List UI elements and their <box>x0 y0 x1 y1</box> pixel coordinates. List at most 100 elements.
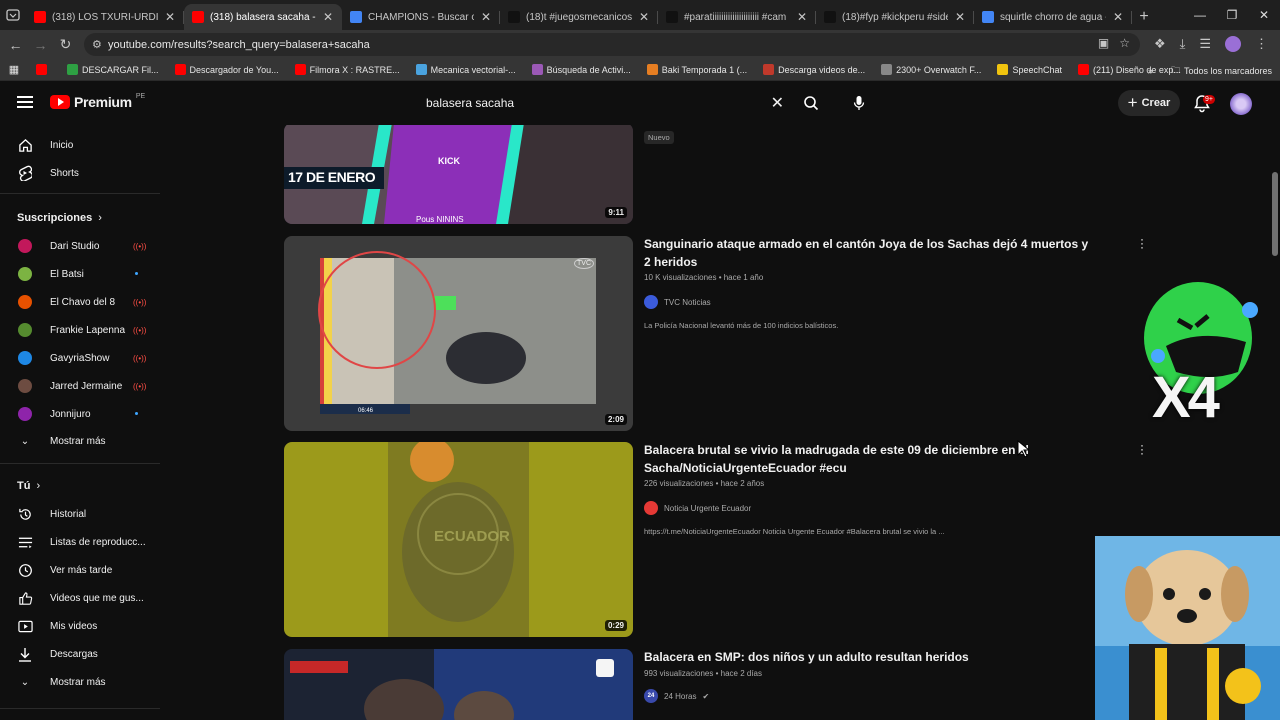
clear-search-icon[interactable]: ✕ <box>771 93 784 113</box>
subscription-item[interactable]: Jonnijuro <box>0 400 160 428</box>
video-thumbnail[interactable]: ECUADOR 0:29 <box>284 442 633 637</box>
omnibox[interactable]: ⚙ youtube.com/results?search_query=balas… <box>84 33 1140 56</box>
bookmark-favicon-icon <box>646 64 658 75</box>
tab-title: (18)#fyp #kickperu #sideral <box>842 11 948 23</box>
close-tab-icon[interactable]: ✕ <box>322 10 334 24</box>
reload-icon[interactable]: ↻ <box>53 36 78 53</box>
user-avatar[interactable] <box>1230 93 1252 115</box>
tab-search-icon[interactable] <box>6 8 20 22</box>
all-bookmarks-folder[interactable]: 🗀 Todos los marcadores <box>1171 63 1272 79</box>
browser-tab[interactable]: CHAMPIONS - Buscar con G ✕ <box>342 4 500 30</box>
sidebar-item-downloads[interactable]: Descargas <box>0 640 160 668</box>
video-thumbnail[interactable]: TVC 06:46 2:09 <box>284 236 633 431</box>
video-title[interactable]: Balacera en SMP: dos niños y un adulto r… <box>644 648 1094 666</box>
bookmark-item[interactable]: SpeechChat <box>989 64 1070 75</box>
restore-icon[interactable]: ❐ <box>1216 0 1248 30</box>
video-duration: 0:29 <box>604 620 627 631</box>
youtube-play-icon <box>50 95 70 109</box>
video-description: https://t.me/NoticiaUrgenteEcuador Notic… <box>644 527 945 536</box>
bookmark-favicon-icon <box>67 64 78 75</box>
apps-grid-icon[interactable]: ▦ <box>0 63 28 76</box>
new-tab-button[interactable]: + <box>1132 4 1156 30</box>
bookmark-item[interactable]: Filmora X : RASTRE... <box>287 64 408 75</box>
subscription-item[interactable]: El Batsi <box>0 260 160 288</box>
downloads-icon[interactable]: ⤓ <box>1180 36 1186 52</box>
thumbnail-kick-text: KICK <box>438 156 460 166</box>
menu-kebab-icon[interactable]: ⋮ <box>1255 36 1268 52</box>
close-tab-icon[interactable]: ✕ <box>796 10 808 24</box>
browser-tab[interactable]: (318) LOS TXURI-URDIN BAJ ✕ <box>26 4 184 30</box>
video-options-kebab-icon[interactable]: · · · <box>1138 233 1146 253</box>
back-icon[interactable]: ← <box>3 37 28 53</box>
video-title[interactable]: Sanguinario ataque armado en el cantón J… <box>644 235 1094 271</box>
channel-avatar <box>18 323 32 337</box>
close-tab-icon[interactable]: ✕ <box>1112 10 1124 24</box>
sidebar-item-playlists[interactable]: Listas de reproducc... <box>0 528 160 556</box>
browser-tab[interactable]: (18)#fyp #kickperu #sideral ✕ <box>816 4 974 30</box>
forward-icon[interactable]: → <box>28 37 53 53</box>
show-more-you[interactable]: ⌄ Mostrar más <box>0 668 160 696</box>
sidebar-item-liked-videos[interactable]: Videos que me gus... <box>0 584 160 612</box>
close-tab-icon[interactable]: ✕ <box>164 10 176 24</box>
bookmark-item[interactable]: 2300+ Overwatch F... <box>873 64 989 75</box>
subscription-item[interactable]: Frankie Lapenna ((•)) <box>0 316 160 344</box>
create-button[interactable]: + Crear <box>1118 90 1180 116</box>
close-tab-icon[interactable]: ✕ <box>480 10 492 24</box>
bookmarks-overflow-icon[interactable]: » <box>1148 66 1153 76</box>
bookmark-item[interactable]: Descargador de You... <box>167 64 287 75</box>
channel-row[interactable]: 24 24 Horas ✔ <box>644 689 709 703</box>
sidebar-item-historial[interactable]: Historial <box>0 500 160 528</box>
browser-tab[interactable]: (318) balasera sacaha - YouTu ✕ <box>184 4 342 30</box>
voice-search-button[interactable] <box>846 90 872 116</box>
subscription-item[interactable]: Jarred Jermaine ((•)) <box>0 372 160 400</box>
close-tab-icon[interactable]: ✕ <box>638 10 650 24</box>
browser-tab[interactable]: (18)t #juegosmecanicos #Vir ✕ <box>500 4 658 30</box>
sidebar-item-watch-later[interactable]: Ver más tarde <box>0 556 160 584</box>
bookmark-item[interactable]: DESCARGAR Fil... <box>59 64 167 75</box>
subscription-item[interactable]: GavyriaShow ((•)) <box>0 344 160 372</box>
bookmark-star-icon[interactable]: ☆ <box>1119 36 1130 50</box>
browser-tab[interactable]: #paratiiiiiiiiiiiiiiiiiiiii #cam ✕ <box>658 4 816 30</box>
channel-row[interactable]: Noticia Urgente Ecuador <box>644 501 751 515</box>
you-title: Tú <box>17 480 31 492</box>
page-scrollbar[interactable] <box>1272 172 1278 256</box>
sidebar-item-shorts[interactable]: Shorts <box>0 159 160 187</box>
video-title[interactable]: Balacera brutal se vivio la madrugada de… <box>644 441 1044 477</box>
live-indicator-icon: ((•)) <box>133 325 147 335</box>
profile-avatar[interactable] <box>1225 36 1241 52</box>
bookmark-item[interactable]: Baki Temporada 1 (... <box>639 64 755 75</box>
tab-title: CHAMPIONS - Buscar con G <box>368 11 474 23</box>
close-window-icon[interactable]: ✕ <box>1248 0 1280 30</box>
show-more-subscriptions[interactable]: ⌄ Mostrar más <box>0 427 160 455</box>
hamburger-menu-icon[interactable] <box>17 96 33 108</box>
bookmark-item[interactable] <box>28 64 59 75</box>
media-icon[interactable]: ☰ <box>1199 36 1211 52</box>
video-thumbnail[interactable] <box>284 649 633 720</box>
bookmark-item[interactable]: Descarga videos de... <box>755 64 873 75</box>
channel-name: 24 Horas <box>664 691 697 701</box>
sidebar-item-my-videos[interactable]: Mis videos <box>0 612 160 640</box>
sidebar-item-inicio[interactable]: Inicio <box>0 131 160 159</box>
bookmark-label: 2300+ Overwatch F... <box>896 64 982 75</box>
search-button[interactable] <box>796 89 826 117</box>
youtube-premium-logo[interactable]: Premium PE <box>50 92 146 110</box>
extensions-icon[interactable]: ❖ <box>1154 36 1166 52</box>
you-heading[interactable]: Tú › <box>17 480 40 492</box>
install-app-icon[interactable]: ▣ <box>1098 36 1109 50</box>
minimize-icon[interactable]: — <box>1184 0 1216 30</box>
close-tab-icon[interactable]: ✕ <box>954 10 966 24</box>
browser-tab[interactable]: squirtle chorro de agua - Bus ✕ <box>974 4 1132 30</box>
site-settings-icon[interactable]: ⚙ <box>92 38 102 51</box>
bookmark-item[interactable]: Búsqueda de Activi... <box>524 64 639 75</box>
subscription-item[interactable]: Dari Studio ((•)) <box>0 232 160 260</box>
subscription-item[interactable]: El Chavo del 8 ((•)) <box>0 288 160 316</box>
video-metadata: 10 K visualizaciones • hace 1 año <box>644 273 764 282</box>
channel-row[interactable]: TVC Noticias <box>644 295 711 309</box>
bookmark-item[interactable]: Mecanica vectorial-... <box>408 64 524 75</box>
subscription-label: Dari Studio <box>50 240 100 252</box>
search-input[interactable]: balasera sacaha ✕ <box>418 89 794 117</box>
live-indicator-icon: ((•)) <box>133 381 147 391</box>
subscriptions-heading[interactable]: Suscripciones › <box>17 212 102 224</box>
country-code: PE <box>135 92 146 100</box>
video-thumbnail[interactable]: 17 DE ENERO KICK Pous NININS 9:11 <box>284 125 633 224</box>
